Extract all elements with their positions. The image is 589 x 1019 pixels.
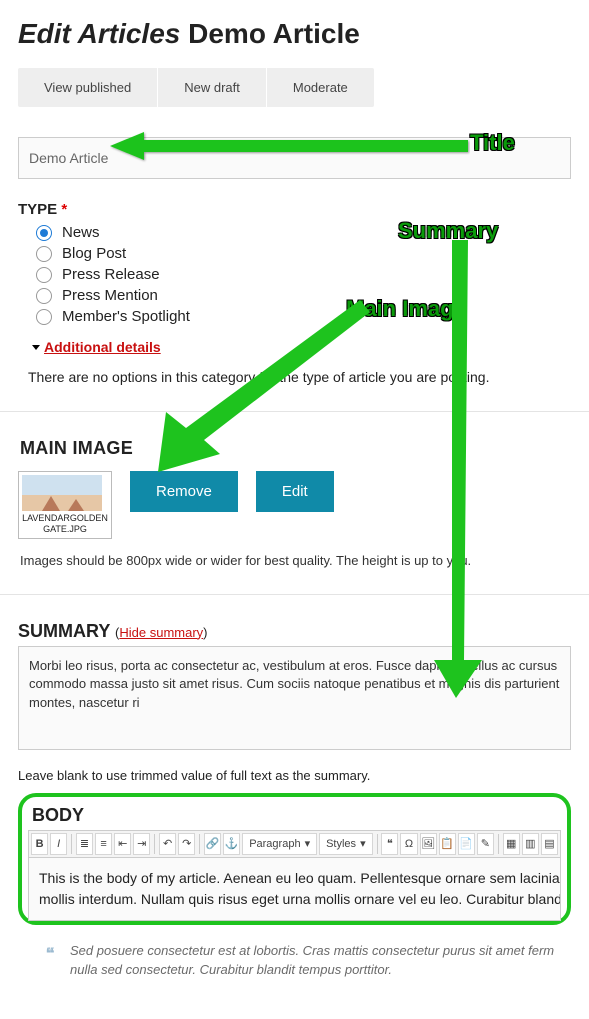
body-line: mollis interdum. Nullam quis risus eget …	[39, 889, 550, 910]
type-label: TYPE *	[18, 201, 571, 218]
radio-label: Member's Spotlight	[62, 308, 190, 325]
summary-heading-text: SUMMARY	[18, 621, 110, 641]
summary-textarea[interactable]: Morbi leo risus, porta ac consectetur ac…	[18, 646, 571, 750]
separator	[71, 834, 72, 854]
undo-button[interactable]: ↶	[159, 833, 176, 855]
bullet-list-button[interactable]: ≣	[76, 833, 93, 855]
body-blockquote: Sed posuere consectetur est at lobortis.…	[46, 941, 565, 980]
page-title: Edit Articles Demo Article	[18, 18, 571, 50]
radio-label: Press Mention	[62, 287, 158, 304]
chevron-down-icon: ▾	[360, 837, 366, 850]
main-image-hint: Images should be 800px wide or wider for…	[20, 553, 571, 568]
image-button[interactable]: 🖼	[420, 833, 437, 855]
paragraph-select[interactable]: Paragraph ▾	[242, 833, 317, 855]
italic-button[interactable]: I	[50, 833, 67, 855]
row-button[interactable]: ▥	[522, 833, 539, 855]
radio-press-release[interactable]: Press Release	[36, 266, 571, 283]
radio-news[interactable]: News	[36, 224, 571, 241]
separator	[199, 834, 200, 854]
tab-new-draft[interactable]: New draft	[158, 68, 267, 107]
edit-button[interactable]: Edit	[256, 471, 334, 512]
hide-summary-link[interactable]: Hide summary	[119, 625, 203, 640]
page-title-name: Demo Article	[188, 18, 360, 49]
anchor-button[interactable]: ⚓	[223, 833, 240, 855]
radio-members-spotlight[interactable]: Member's Spotlight	[36, 308, 571, 325]
additional-details-toggle[interactable]: Additional details	[32, 339, 571, 355]
styles-select[interactable]: Styles ▾	[319, 833, 373, 855]
radio-label: Press Release	[62, 266, 160, 283]
indent-button[interactable]: ⇥	[133, 833, 150, 855]
no-options-message: There are no options in this category fo…	[28, 369, 571, 385]
summary-hint: Leave blank to use trimmed value of full…	[18, 768, 571, 783]
caret-down-icon	[32, 345, 40, 350]
wysiwyg-toolbar: B I ≣ ≡ ⇤ ⇥ ↶ ↷ 🔗 ⚓ Paragraph ▾ Styles ▾…	[28, 830, 561, 857]
radio-icon	[36, 267, 52, 283]
redo-button[interactable]: ↷	[178, 833, 195, 855]
radio-icon	[36, 225, 52, 241]
separator	[498, 834, 499, 854]
page-title-prefix: Edit Articles	[18, 18, 180, 49]
radio-label: News	[62, 224, 100, 241]
radio-icon	[36, 288, 52, 304]
quote-button[interactable]: ❝	[381, 833, 398, 855]
col-button[interactable]: ▤	[541, 833, 558, 855]
radio-icon	[36, 246, 52, 262]
radio-label: Blog Post	[62, 245, 126, 262]
required-star: *	[61, 201, 67, 218]
summary-heading: SUMMARY (Hide summary)	[18, 621, 571, 642]
media-button[interactable]: 📋	[439, 833, 456, 855]
title-input[interactable]: Demo Article	[18, 137, 571, 179]
remove-button[interactable]: Remove	[130, 471, 238, 512]
additional-details-link[interactable]: Additional details	[44, 339, 161, 355]
tabs: View published New draft Moderate	[18, 68, 374, 107]
radio-press-mention[interactable]: Press Mention	[36, 287, 571, 304]
separator	[154, 834, 155, 854]
divider	[0, 411, 589, 412]
separator	[377, 834, 378, 854]
thumbnail-preview	[22, 475, 102, 511]
number-list-button[interactable]: ≡	[95, 833, 112, 855]
thumbnail-filename: LAVENDARGOLDENGATE.JPG	[22, 513, 108, 535]
tab-moderate[interactable]: Moderate	[267, 68, 374, 107]
main-image-heading: MAIN IMAGE	[20, 438, 571, 459]
body-textarea[interactable]: This is the body of my article. Aenean e…	[28, 857, 561, 921]
divider	[0, 594, 589, 595]
hr-button[interactable]: Ω	[400, 833, 417, 855]
edit-html-button[interactable]: ✎	[477, 833, 494, 855]
type-radio-group: News Blog Post Press Release Press Menti…	[36, 224, 571, 325]
outdent-button[interactable]: ⇤	[114, 833, 131, 855]
body-section: BODY B I ≣ ≡ ⇤ ⇥ ↶ ↷ 🔗 ⚓ Paragraph ▾ Sty…	[18, 793, 571, 925]
body-line: This is the body of my article. Aenean e…	[39, 870, 561, 886]
link-button[interactable]: 🔗	[204, 833, 221, 855]
paste-button[interactable]: 📄	[458, 833, 475, 855]
image-thumbnail[interactable]: LAVENDARGOLDENGATE.JPG	[18, 471, 112, 539]
table-button[interactable]: ▦	[503, 833, 520, 855]
type-label-text: TYPE	[18, 201, 57, 218]
radio-icon	[36, 309, 52, 325]
body-heading: BODY	[32, 805, 561, 826]
tab-view-published[interactable]: View published	[18, 68, 158, 107]
chevron-down-icon: ▾	[305, 837, 311, 850]
radio-blog-post[interactable]: Blog Post	[36, 245, 571, 262]
main-image-section: MAIN IMAGE LAVENDARGOLDENGATE.JPG Remove…	[18, 438, 571, 568]
bold-button[interactable]: B	[31, 833, 48, 855]
